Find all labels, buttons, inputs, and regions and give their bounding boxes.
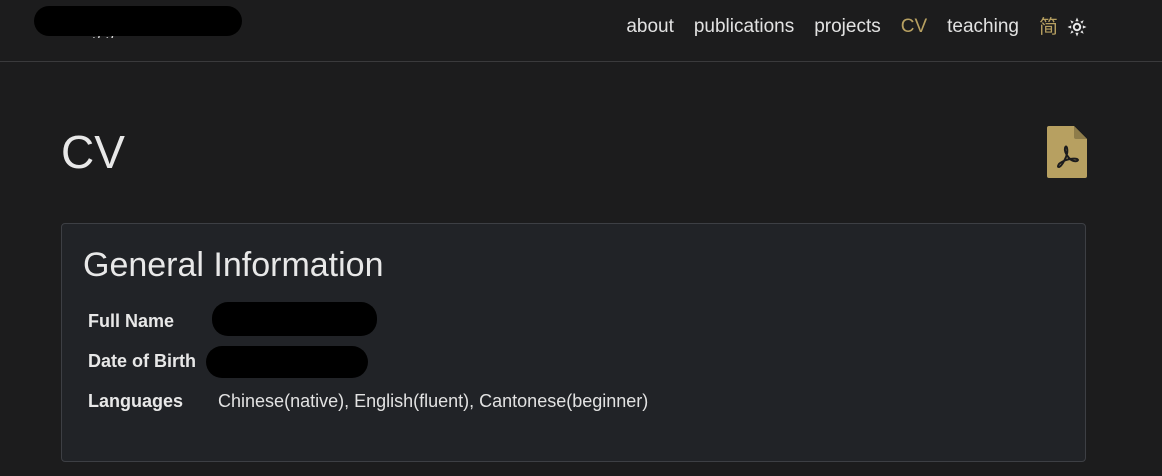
general-information-card: General Information Full Name Date of Bi… <box>61 223 1086 462</box>
info-label-date-of-birth: Date of Birth <box>88 350 196 371</box>
info-value-languages: Chinese(native), English(fluent), Canton… <box>218 390 649 411</box>
language-toggle[interactable]: 简 <box>1029 14 1068 40</box>
navbar: g g about publications projects CV teach… <box>0 0 1162 62</box>
pdf-file-icon[interactable] <box>1047 126 1087 178</box>
page-title: CV <box>61 126 125 178</box>
info-row-full-name: Full Name <box>88 308 174 334</box>
info-row-languages: Languages Chinese(native), English(fluen… <box>88 388 648 414</box>
nav-menu: about publications projects CV teaching … <box>616 14 1068 40</box>
nav-link-publications[interactable]: publications <box>684 14 804 40</box>
redacted-full-name <box>212 302 377 336</box>
info-label-languages: Languages <box>88 390 184 411</box>
nav-link-about[interactable]: about <box>616 14 684 40</box>
sun-icon[interactable] <box>1067 17 1087 37</box>
info-label-full-name: Full Name <box>88 310 175 331</box>
nav-link-teaching[interactable]: teaching <box>937 14 1029 40</box>
info-row-date-of-birth: Date of Birth <box>88 348 196 374</box>
general-information-title: General Information <box>83 246 384 284</box>
nav-link-cv[interactable]: CV <box>891 14 937 40</box>
site-brand-redacted[interactable] <box>34 6 242 36</box>
nav-link-projects[interactable]: projects <box>804 14 891 40</box>
redacted-date-of-birth <box>206 346 368 378</box>
